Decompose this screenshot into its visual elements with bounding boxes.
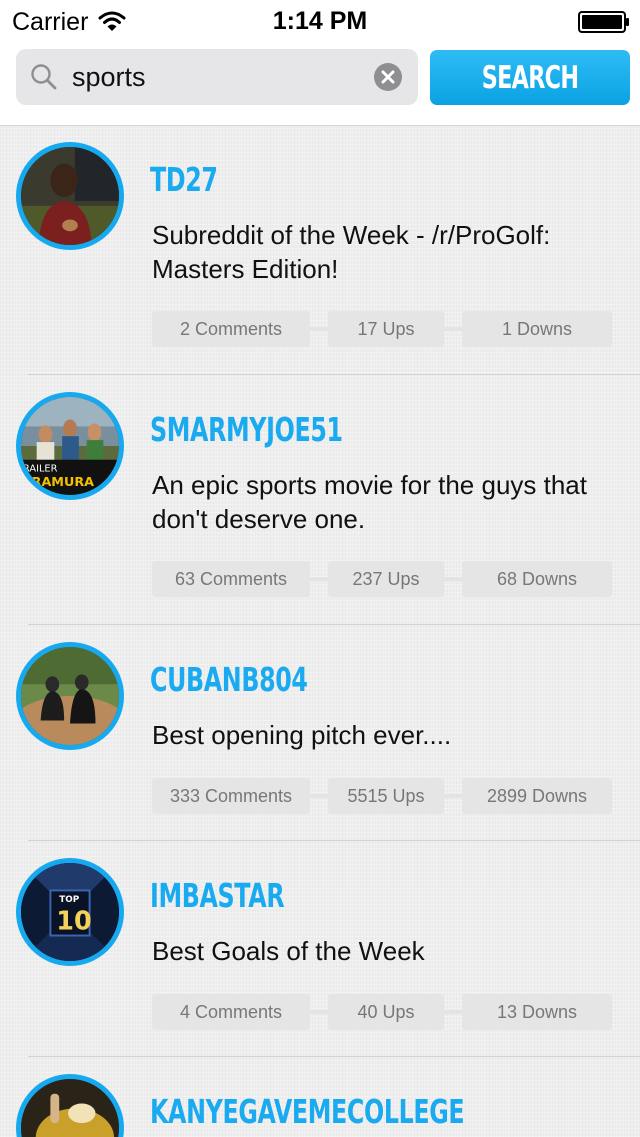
post-stats: 63 Comments 237 Ups 68 Downs [152, 561, 612, 597]
battery-icon [578, 11, 629, 33]
avatar[interactable]: TOP 10 [16, 858, 124, 966]
top-10-photo-icon: TOP 10 [21, 863, 119, 961]
status-bar: Carrier 1:14 PM [0, 0, 640, 42]
post-title[interactable]: Best Goals of the Week [152, 934, 622, 968]
post-stats: 333 Comments 5515 Ups 2899 Downs [152, 778, 612, 814]
ups-count[interactable]: 237 Ups [328, 561, 444, 597]
downs-count[interactable]: 68 Downs [462, 561, 612, 597]
post-username[interactable]: CUBANB804 [150, 660, 308, 699]
avatar-trailer-text: RAILER [23, 463, 58, 474]
crowd-photo-icon [21, 1079, 119, 1137]
downs-count[interactable]: 1 Downs [462, 311, 612, 347]
ups-count[interactable]: 5515 Ups [328, 778, 444, 814]
comments-count[interactable]: 2 Comments [152, 311, 310, 347]
comments-count[interactable]: 63 Comments [152, 561, 310, 597]
post-stats: 4 Comments 40 Ups 13 Downs [152, 994, 612, 1030]
avatar[interactable] [16, 142, 124, 250]
search-icon [31, 64, 57, 90]
post-username[interactable]: TD27 [150, 160, 218, 199]
avatar[interactable] [16, 1074, 124, 1137]
comments-count[interactable]: 4 Comments [152, 994, 310, 1030]
movie-trailer-photo-icon: RAILER TRAMURA [21, 397, 119, 495]
search-header: Carrier 1:14 PM SEARCH [0, 0, 640, 126]
player-photo-icon [21, 147, 119, 245]
post-username[interactable]: SMARMYJOE51 [150, 410, 343, 449]
clear-search-icon[interactable] [374, 63, 402, 91]
avatar-top-text: TOP [59, 895, 80, 905]
post-username[interactable]: KANYEGAVEMECOLLEGE [150, 1092, 465, 1131]
avatar[interactable]: RAILER TRAMURA [16, 392, 124, 500]
ups-count[interactable]: 17 Ups [328, 311, 444, 347]
downs-count[interactable]: 2899 Downs [462, 778, 612, 814]
avatar[interactable] [16, 642, 124, 750]
post-title[interactable]: Best opening pitch ever.... [152, 718, 622, 752]
avatar-ten-text: 10 [56, 907, 91, 937]
downs-count[interactable]: 13 Downs [462, 994, 612, 1030]
post-username[interactable]: IMBASTAR [150, 876, 285, 915]
divider [28, 840, 640, 841]
divider [28, 1056, 640, 1057]
divider [28, 374, 640, 375]
post-title[interactable]: An epic sports movie for the guys that d… [152, 468, 622, 536]
search-box[interactable] [16, 49, 418, 105]
divider [28, 624, 640, 625]
list-item[interactable]: KANYEGAVEMECOLLEGE [0, 1074, 640, 1137]
post-stats: 2 Comments 17 Ups 1 Downs [152, 311, 612, 347]
search-input[interactable] [72, 58, 372, 96]
search-button[interactable]: SEARCH [430, 50, 630, 105]
clock: 1:14 PM [272, 7, 368, 35]
avatar-movie-text: TRAMURA [23, 475, 94, 490]
search-button-label: SEARCH [481, 59, 579, 96]
post-title[interactable]: Subreddit of the Week - /r/ProGolf: Mast… [152, 218, 622, 286]
comments-count[interactable]: 333 Comments [152, 778, 310, 814]
ups-count[interactable]: 40 Ups [328, 994, 444, 1030]
baseball-field-photo-icon [21, 647, 119, 745]
